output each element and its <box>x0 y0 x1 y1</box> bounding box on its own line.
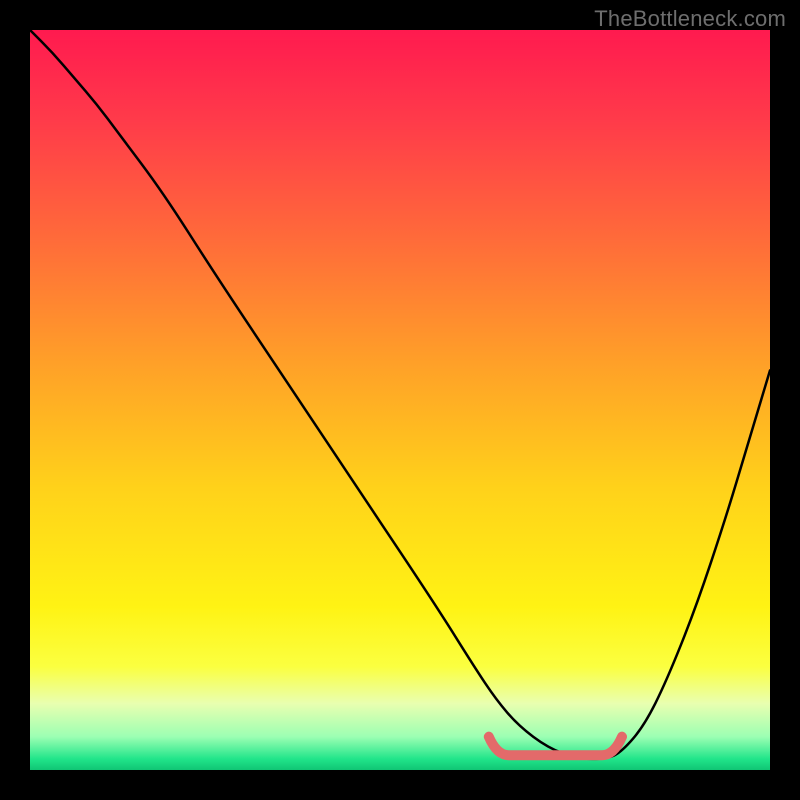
bottleneck-curve <box>30 30 770 759</box>
chart-frame: TheBottleneck.com <box>0 0 800 800</box>
chart-curve-layer <box>30 30 770 770</box>
watermark-text: TheBottleneck.com <box>594 6 786 32</box>
valley-highlight <box>489 737 622 756</box>
plot-area <box>30 30 770 770</box>
